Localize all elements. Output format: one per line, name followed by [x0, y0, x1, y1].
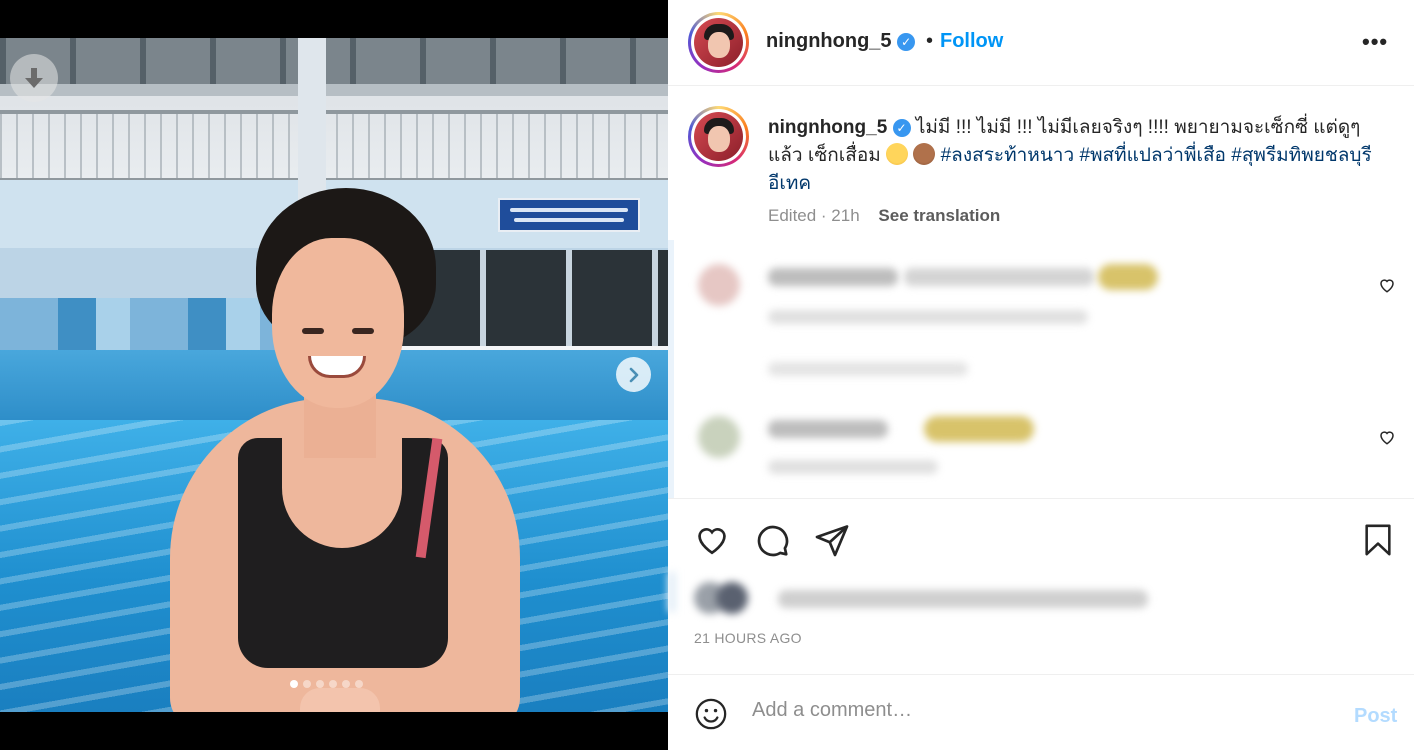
- verified-badge-icon: ✓: [897, 32, 916, 51]
- hashtag-link[interactable]: #ลงสระท้าหนาว: [941, 145, 1075, 166]
- liked-by-text[interactable]: [778, 590, 1148, 608]
- comment-button[interactable]: [752, 520, 792, 560]
- likes-summary: [668, 572, 1414, 622]
- carousel-dots: [290, 680, 363, 688]
- carousel-dot[interactable]: [355, 680, 363, 688]
- header-separator: •: [926, 30, 934, 52]
- post-timestamp: 21 HOURS AGO: [694, 630, 802, 646]
- share-button[interactable]: [812, 520, 852, 560]
- grinning-sweat-emoji-icon: [886, 143, 909, 165]
- save-button[interactable]: [1358, 520, 1398, 560]
- emoji-icon[interactable]: [694, 697, 728, 731]
- commenter-avatar[interactable]: [698, 264, 740, 306]
- comment-input[interactable]: [752, 699, 1312, 722]
- next-slide-button[interactable]: [616, 357, 651, 392]
- person-face: [272, 238, 404, 408]
- verified-badge-icon: ✓: [892, 118, 911, 137]
- hashtag-link[interactable]: #พสที่แปลว่าพี่เสือ: [1079, 145, 1226, 166]
- post-media-pane: [0, 0, 668, 750]
- share-icon: [815, 525, 849, 557]
- carousel-dot[interactable]: [342, 680, 350, 688]
- download-button[interactable]: [10, 54, 58, 102]
- see-no-evil-monkey-emoji-icon: [913, 143, 936, 165]
- see-translation-link[interactable]: See translation: [878, 206, 1000, 225]
- carousel-dot[interactable]: [329, 680, 337, 688]
- author-avatar[interactable]: [688, 12, 749, 73]
- author-username[interactable]: ningnhong_5: [766, 30, 892, 52]
- instagram-post-modal: ningnhong_5 ✓ • Follow ••• ningnhong_5 ✓…: [0, 0, 1414, 750]
- pool-sign: [498, 198, 640, 232]
- save-icon: [1365, 524, 1391, 556]
- post-action-bar: [668, 500, 1414, 580]
- commenter-avatar[interactable]: [698, 416, 740, 458]
- comments-list: [668, 240, 1414, 498]
- comment-composer: Post: [668, 674, 1414, 750]
- more-options-button[interactable]: •••: [1362, 29, 1388, 55]
- chevron-right-icon: [629, 367, 638, 382]
- comment-like-icon[interactable]: [1378, 276, 1396, 294]
- post-caption: ningnhong_5 ✓ ไม่มี !!! ไม่มี !!! ไม่มีเ…: [768, 114, 1378, 198]
- comment-icon: [757, 525, 789, 557]
- like-icon: [698, 528, 726, 555]
- carousel-dot[interactable]: [316, 680, 324, 688]
- post-header: ningnhong_5 ✓ • Follow •••: [668, 0, 1414, 86]
- post-comment-button[interactable]: Post: [1354, 705, 1397, 728]
- carousel-dot[interactable]: [303, 680, 311, 688]
- edited-time: Edited · 21h: [768, 206, 860, 225]
- comment-like-icon[interactable]: [1378, 428, 1396, 446]
- post-photo[interactable]: [0, 38, 668, 712]
- download-icon: [25, 68, 43, 88]
- post-details-panel: ningnhong_5 ✓ • Follow ••• ningnhong_5 ✓…: [668, 0, 1414, 750]
- carousel-dot[interactable]: [290, 680, 298, 688]
- author-username-row: ningnhong_5 ✓: [766, 30, 916, 53]
- caption-username[interactable]: ningnhong_5: [768, 117, 887, 138]
- liker-avatar[interactable]: [716, 582, 748, 614]
- caption-meta: Edited · 21h See translation: [768, 206, 1000, 226]
- like-button[interactable]: [692, 520, 732, 560]
- follow-button[interactable]: Follow: [940, 30, 1003, 53]
- caption-avatar[interactable]: [688, 106, 749, 167]
